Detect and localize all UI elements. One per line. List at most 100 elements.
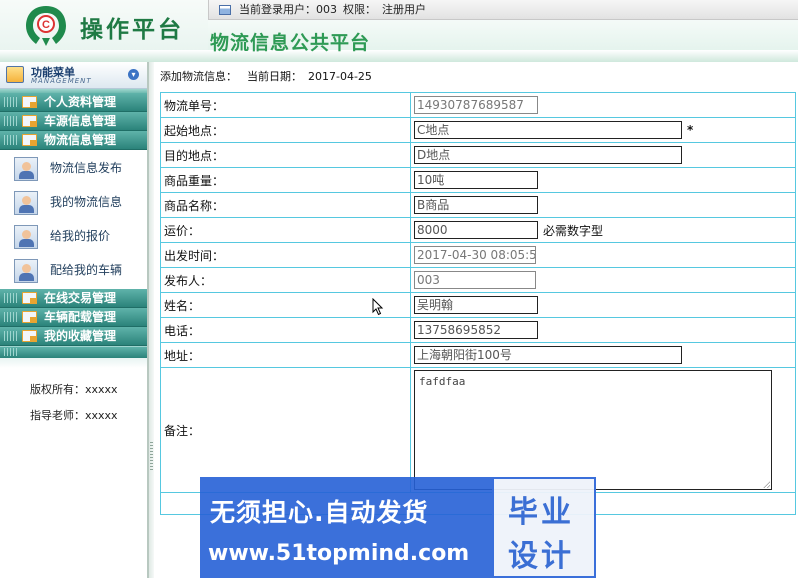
logo-icon: C <box>26 6 66 46</box>
menu-group-label: 车辆配载管理 <box>44 310 117 324</box>
field-label: 发布人： <box>160 267 411 293</box>
submenu-assigned-vehicles[interactable]: 配给我的车辆 <box>0 255 147 289</box>
svg-text:C: C <box>42 19 50 31</box>
grip-icon <box>4 116 18 126</box>
destination-field[interactable]: D地点 <box>414 146 682 164</box>
user-card-icon <box>14 225 38 249</box>
user-card-icon <box>14 259 38 283</box>
name-field[interactable]: 吴明翰 <box>414 296 538 314</box>
field-label: 运价： <box>160 217 411 243</box>
watermark-badge-top: 毕业 <box>508 495 574 530</box>
menu-card-icon <box>22 96 37 108</box>
submenu-label: 配给我的车辆 <box>50 263 123 277</box>
order-no-field[interactable]: 14930787689587 <box>414 96 538 114</box>
grip-icon <box>4 312 18 322</box>
sidebar: 功能菜单 MANAGEMENT ▾ 个人资料管理 车源信息管理 物流信息管理 物… <box>0 62 148 578</box>
departure-time-field[interactable]: 2017-04-30 08:05:56 <box>414 246 536 264</box>
freight-hint: 必需数字型 <box>543 223 604 238</box>
form-row-freight: 运价： 8000 必需数字型 <box>160 217 796 243</box>
grip-icon <box>4 135 18 145</box>
advisor-text: 指导老师：xxxxx <box>30 409 118 422</box>
logistics-submenu: 物流信息发布 我的物流信息 给我的报价 配给我的车辆 <box>0 150 147 289</box>
form-row-name: 姓名： 吴明翰 <box>160 292 796 318</box>
publisher-field[interactable]: 003 <box>414 271 536 289</box>
submenu-my-quotes[interactable]: 给我的报价 <box>0 221 147 255</box>
address-field[interactable]: 上海朝阳街100号 <box>414 346 682 364</box>
field-label: 目的地点： <box>160 142 411 168</box>
permission-value: 注册用户 <box>382 3 426 16</box>
form-row-destination: 目的地点： D地点 <box>160 142 796 168</box>
field-label: 商品名称： <box>160 192 411 218</box>
freight-field[interactable]: 8000 <box>414 221 538 239</box>
menu-group-online-trade[interactable]: 在线交易管理 <box>0 289 147 308</box>
watermark-banner: 无须担心.自动发货 www.51topmind.com 毕业 设计 <box>200 477 596 578</box>
watermark-main: 无须担心.自动发货 www.51topmind.com <box>200 477 492 578</box>
section-title: 添加物流信息： <box>160 70 237 83</box>
menu-footer <box>0 346 147 358</box>
menu-card-icon <box>22 330 37 342</box>
sidebar-header: 功能菜单 MANAGEMENT ▾ <box>0 62 147 89</box>
field-label: 电话： <box>160 317 411 343</box>
menu-group-favorites[interactable]: 我的收藏管理 <box>0 327 147 346</box>
watermark-badge-bottom: 设计 <box>508 539 574 574</box>
credits: 版权所有：xxxxx 指导老师：xxxxx <box>30 377 118 429</box>
form-row-order-no: 物流单号： 14930787689587 <box>160 92 796 118</box>
date-label: 当前日期： <box>247 70 302 83</box>
grip-icon <box>4 293 18 303</box>
menu-group-label: 车源信息管理 <box>44 114 117 128</box>
form-row-departure: 出发时间： 2017-04-30 08:05:56 <box>160 242 796 268</box>
logo-text: 操作平台 <box>80 16 184 43</box>
form-row-publisher: 发布人： 003 <box>160 267 796 293</box>
form-row-weight: 商品重量： 10吨 <box>160 167 796 193</box>
remarks-text: fafdfaa <box>419 375 466 388</box>
splitter-grip-icon <box>150 442 153 472</box>
mouse-cursor-icon <box>372 298 384 316</box>
user-card-icon <box>14 157 38 181</box>
menu-group-logistics[interactable]: 物流信息管理 <box>0 131 147 150</box>
user-info-bar: 当前登录用户：003 权限： 注册用户 <box>208 0 798 20</box>
menu-group-label: 物流信息管理 <box>44 133 117 147</box>
menu-group-vehicle-source[interactable]: 车源信息管理 <box>0 112 147 131</box>
submenu-label: 给我的报价 <box>50 229 111 243</box>
field-label: 物流单号： <box>160 92 411 118</box>
field-label: 备注： <box>160 367 411 493</box>
field-label: 商品重量： <box>160 167 411 193</box>
submenu-label: 我的物流信息 <box>50 195 123 209</box>
collapse-icon[interactable]: ▾ <box>128 69 139 80</box>
current-user-label: 当前登录用户： <box>239 3 316 16</box>
remarks-textarea[interactable]: fafdfaa <box>414 370 772 490</box>
copyright-text: 版权所有：xxxxx <box>30 383 118 396</box>
origin-field[interactable]: C地点 <box>414 121 682 139</box>
submenu-my-logistics[interactable]: 我的物流信息 <box>0 187 147 221</box>
menu-group-label: 我的收藏管理 <box>44 329 117 343</box>
field-label: 出发时间： <box>160 242 411 268</box>
form-row-address: 地址： 上海朝阳街100号 <box>160 342 796 368</box>
menu-folder-icon <box>6 66 24 83</box>
grip-icon <box>4 331 18 341</box>
menu-card-icon <box>22 134 37 146</box>
field-label: 起始地点： <box>160 117 411 143</box>
logistics-form: 物流单号： 14930787689587 起始地点： C地点 * 目的地点： D地… <box>160 92 796 515</box>
form-row-remarks: 备注： fafdfaa <box>160 367 796 493</box>
goods-name-field[interactable]: B商品 <box>414 196 538 214</box>
site-title: 物流信息公共平台 <box>210 32 371 54</box>
menu-group-label: 个人资料管理 <box>44 95 117 109</box>
sidebar-subtitle: MANAGEMENT <box>31 77 92 85</box>
submenu-publish-logistics[interactable]: 物流信息发布 <box>0 153 147 187</box>
header-band <box>0 50 798 62</box>
submenu-label: 物流信息发布 <box>50 161 123 175</box>
watermark-line1: 无须担心.自动发货 <box>210 498 429 527</box>
menu-group-profile[interactable]: 个人资料管理 <box>0 93 147 112</box>
page-info: 添加物流信息： 当前日期： 2017-04-25 <box>160 68 382 84</box>
resize-grip-icon[interactable] <box>763 481 770 488</box>
current-user-value: 003 <box>316 3 337 16</box>
weight-field[interactable]: 10吨 <box>414 171 538 189</box>
field-label: 地址： <box>160 342 411 368</box>
required-marker: * <box>687 123 694 137</box>
form-row-phone: 电话： 13758695852 <box>160 317 796 343</box>
form-row-origin: 起始地点： C地点 * <box>160 117 796 143</box>
menu-group-label: 在线交易管理 <box>44 291 117 305</box>
phone-field[interactable]: 13758695852 <box>414 321 538 339</box>
menu-group-vehicle-loading[interactable]: 车辆配载管理 <box>0 308 147 327</box>
watermark-badge: 毕业 设计 <box>492 477 596 578</box>
